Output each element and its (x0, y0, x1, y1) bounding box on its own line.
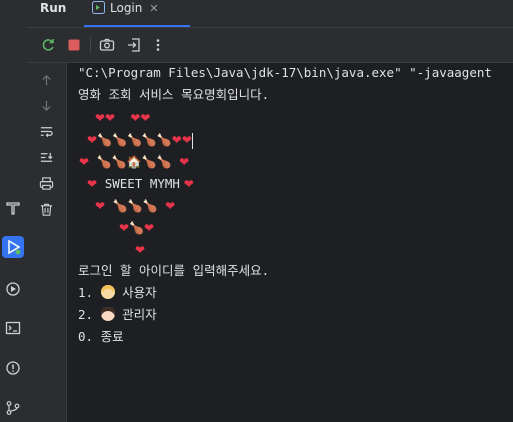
console-side-toolbar (27, 63, 67, 422)
menu-item-exit: 0. 종료 (78, 329, 124, 344)
console-output[interactable]: "C:\Program Files\Java\jdk-17\bin\java.e… (67, 63, 513, 422)
application-icon (92, 1, 105, 14)
soft-wrap-icon[interactable] (37, 122, 55, 140)
tab-login[interactable]: Login ✕ (84, 0, 198, 27)
print-icon[interactable] (37, 174, 55, 192)
tool-window-stripe (0, 0, 28, 422)
admin-face-icon (100, 307, 115, 321)
down-arrow-icon[interactable] (37, 96, 55, 114)
more-icon[interactable] (149, 36, 167, 54)
art-row-3: ❤ 🍗🍗🏠🍗🍗 ❤ (79, 155, 190, 169)
rerun-icon[interactable] (39, 36, 57, 54)
run-tool-window-header: Run Login ✕ (27, 0, 513, 28)
run-toolbar (27, 28, 513, 63)
art-row-2: ❤🍗🍗🍗🍗🍗❤❤ (87, 132, 193, 149)
art-row-7: ❤ (135, 243, 146, 257)
up-arrow-icon[interactable] (37, 71, 55, 89)
scroll-to-end-icon[interactable] (37, 148, 55, 166)
trash-icon[interactable] (37, 200, 55, 218)
toolbar-separator (90, 37, 91, 53)
active-tab-indicator (84, 25, 190, 27)
welcome-message: 영화 조회 서비스 목요명회입니다. (78, 87, 270, 102)
close-icon[interactable]: ✕ (148, 0, 160, 17)
exit-icon[interactable] (125, 36, 143, 54)
art-row-1: ❤❤ ❤❤ (95, 111, 151, 125)
stop-icon[interactable] (65, 36, 83, 54)
art-row-4: ❤ SWEET MYMH ❤ (87, 176, 194, 191)
menu-item-admin: 2. 관리자 (78, 307, 157, 322)
command-line: "C:\Program Files\Java\jdk-17\bin\java.e… (78, 65, 492, 80)
menu-item-user: 1. 사용자 (78, 285, 157, 300)
problems-icon[interactable] (2, 357, 24, 379)
services-icon[interactable] (2, 278, 24, 300)
login-prompt: 로그인 할 아이디를 입력해주세요. (78, 263, 270, 278)
run-icon[interactable] (2, 236, 24, 258)
git-icon[interactable] (2, 397, 24, 419)
tab-label: Login (110, 1, 143, 15)
art-row-5: ❤ 🍗🍗🍗 ❤ (95, 199, 176, 213)
user-face-icon (100, 285, 115, 299)
text-caret (191, 132, 193, 149)
camera-icon[interactable] (98, 36, 116, 54)
terminal-icon[interactable] (2, 317, 24, 339)
hammer-icon[interactable] (2, 197, 24, 219)
art-row-6: ❤🍗❤ (119, 221, 155, 235)
run-title: Run (40, 1, 67, 15)
